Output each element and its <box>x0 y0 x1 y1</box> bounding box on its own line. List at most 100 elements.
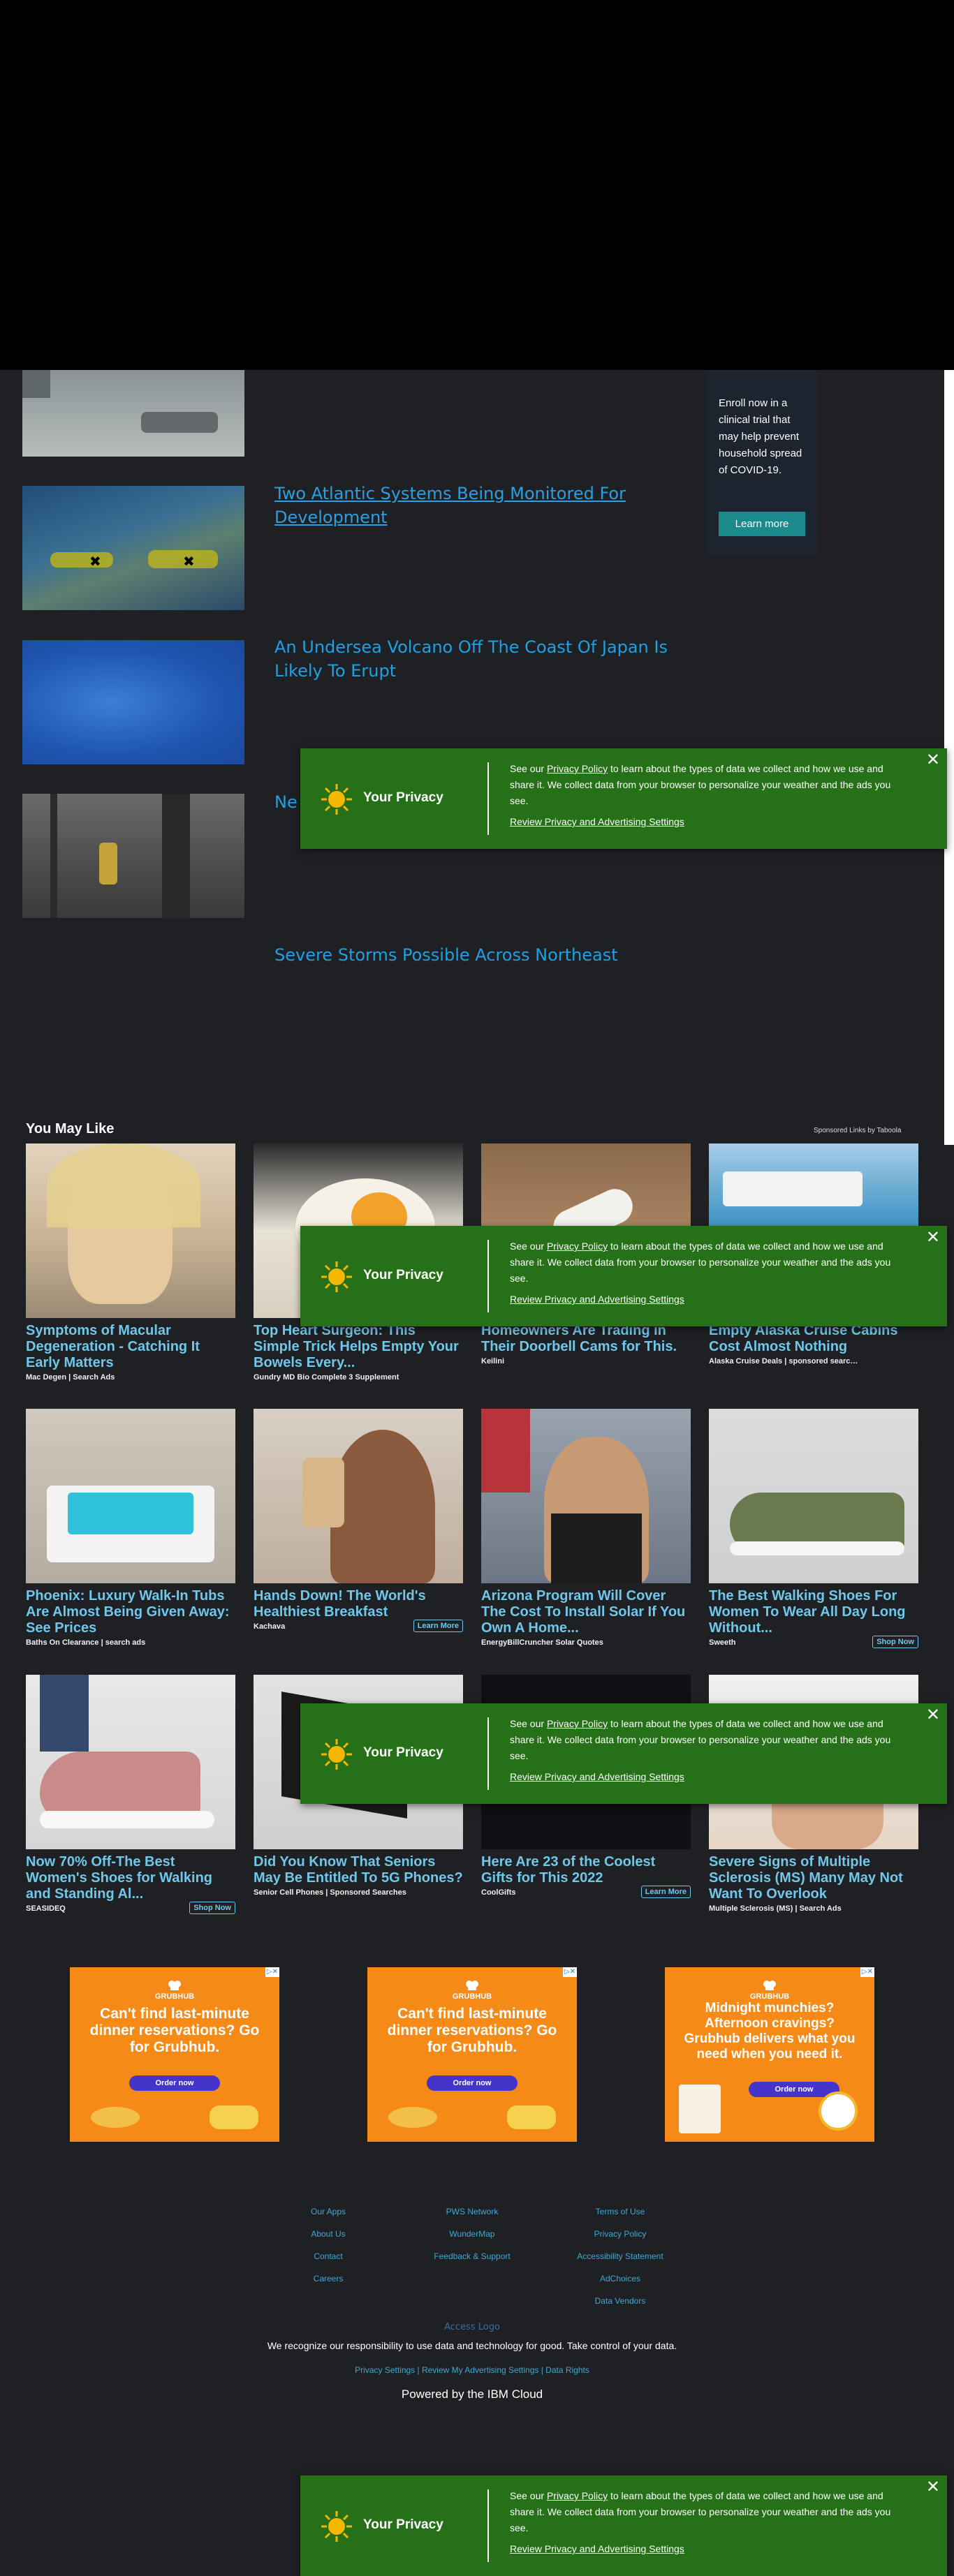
footer-link[interactable]: WunderMap <box>423 2223 521 2245</box>
footer-link[interactable]: About Us <box>293 2223 363 2245</box>
sidebar-ad[interactable]: Enroll now in a clinical trial that may … <box>707 370 817 556</box>
footer-link[interactable]: Our Apps <box>293 2200 363 2223</box>
article-thumb-atlantic[interactable]: ✖ ✖ <box>22 486 244 610</box>
food-icon <box>388 2107 437 2128</box>
footer-link[interactable]: Feedback & Support <box>423 2245 521 2267</box>
clock-icon <box>819 2092 858 2131</box>
privacy-policy-link[interactable]: Privacy Policy <box>547 1241 608 1252</box>
close-icon[interactable]: ✕ <box>926 2478 940 2495</box>
recommendation-card[interactable]: Arizona Program Will Cover The Cost To I… <box>481 1409 691 1647</box>
card-title[interactable]: Empty Alaska Cruise Cabins Cost Almost N… <box>709 1323 918 1355</box>
card-title[interactable]: Here Are 23 of the Coolest Gifts for Thi… <box>481 1854 691 1886</box>
card-title[interactable]: The Best Walking Shoes For Women To Wear… <box>709 1588 918 1636</box>
footer-link[interactable]: AdChoices <box>564 2267 676 2290</box>
sidebar-ad-text: Enroll now in a clinical trial that may … <box>719 397 802 476</box>
recommendation-card[interactable]: Phoenix: Luxury Walk-In Tubs Are Almost … <box>26 1409 235 1647</box>
food-icon <box>91 2107 140 2128</box>
article-link-atlantic[interactable]: Two Atlantic Systems Being Monitored For… <box>274 482 680 529</box>
footer-col-2: PWS Network WunderMap Feedback & Support <box>423 2200 521 2267</box>
review-privacy-link[interactable]: Review Privacy and Advertising Settings <box>510 816 684 827</box>
card-source: CoolGifts <box>481 1888 516 1897</box>
order-now-button[interactable]: Order now <box>129 2075 220 2091</box>
privacy-divider <box>487 762 489 835</box>
card-title[interactable]: Homeowners Are Trading in Their Doorbell… <box>481 1323 691 1355</box>
card-title[interactable]: Hands Down! The World's Healthiest Break… <box>254 1588 463 1620</box>
card-title[interactable]: Arizona Program Will Cover The Cost To I… <box>481 1588 691 1636</box>
privacy-divider <box>487 2489 489 2562</box>
adchoices-icon[interactable]: ▷✕ <box>265 1967 279 1977</box>
order-now-button[interactable]: Order now <box>427 2075 518 2091</box>
card-title[interactable]: Did You Know That Seniors May Be Entitle… <box>254 1854 463 1886</box>
adchoices-icon[interactable]: ▷✕ <box>562 1967 577 1977</box>
footer-link[interactable]: Terms of Use <box>564 2200 676 2223</box>
privacy-policy-link[interactable]: Privacy Policy <box>547 1718 608 1729</box>
card-source: Senior Cell Phones | Sponsored Searches <box>254 1888 406 1897</box>
card-cta-button[interactable]: Learn More <box>413 1620 463 1632</box>
recommendation-card[interactable]: Now 70% Off-The Best Women's Shoes for W… <box>26 1675 235 1914</box>
article-link-volcano[interactable]: An Undersea Volcano Off The Coast Of Jap… <box>274 635 680 683</box>
review-privacy-link[interactable]: Review Privacy and Advertising Settings <box>510 1294 684 1305</box>
card-source: EnergyBillCruncher Solar Quotes <box>481 1638 603 1647</box>
footer-link[interactable]: Accessibility Statement <box>564 2245 676 2267</box>
card-title[interactable]: Now 70% Off-The Best Women's Shoes for W… <box>26 1854 235 1902</box>
card-image <box>254 1409 463 1583</box>
chef-hat-icon <box>763 1981 776 1990</box>
you-may-like-heading: You May Like <box>26 1121 115 1137</box>
close-icon[interactable]: ✕ <box>926 751 940 768</box>
article-thumb-fire[interactable] <box>22 794 244 918</box>
privacy-banner: Your Privacy See our Privacy Policy to l… <box>300 748 947 849</box>
privacy-banner: Your Privacy See our Privacy Policy to l… <box>300 1703 947 1804</box>
sidebar-ad-learn-more-button[interactable]: Learn more <box>719 512 805 536</box>
close-icon[interactable]: ✕ <box>926 1229 940 1245</box>
card-image <box>709 1409 918 1583</box>
privacy-policy-link[interactable]: Privacy Policy <box>547 763 608 774</box>
chef-hat-icon <box>466 1981 478 1990</box>
privacy-links[interactable]: Privacy Settings | Review My Advertising… <box>0 2365 944 2375</box>
article-thumb-flood[interactable] <box>22 370 244 457</box>
article-link-storms[interactable]: Severe Storms Possible Across Northeast <box>274 943 680 967</box>
card-source: Baths On Clearance | search ads <box>26 1638 146 1647</box>
card-cta-button[interactable]: Shop Now <box>872 1636 918 1648</box>
sun-icon <box>321 784 352 815</box>
privacy-text: See our Privacy Policy to learn about th… <box>510 763 891 806</box>
sun-icon <box>321 1261 352 1292</box>
card-image <box>26 1143 235 1318</box>
privacy-policy-link[interactable]: Privacy Policy <box>547 2490 608 2501</box>
recommendation-card[interactable]: The Best Walking Shoes For Women To Wear… <box>709 1409 918 1648</box>
review-privacy-link[interactable]: Review Privacy and Advertising Settings <box>510 2543 684 2554</box>
grubhub-logo: GRUBHUB <box>70 1980 279 2001</box>
access-logo[interactable]: Access Logo <box>0 2322 944 2332</box>
card-image <box>26 1675 235 1849</box>
sun-icon <box>321 2511 352 2542</box>
sun-icon <box>321 1739 352 1770</box>
card-source: Kachava <box>254 1622 286 1631</box>
footer-link[interactable]: Privacy Policy <box>564 2223 676 2245</box>
article-thumb-volcano[interactable] <box>22 640 244 764</box>
sponsored-label[interactable]: Sponsored Links by Taboola <box>814 1127 901 1134</box>
card-title[interactable]: Symptoms of Macular Degeneration - Catch… <box>26 1323 235 1371</box>
card-title[interactable]: Top Heart Surgeon: This Simple Trick Hel… <box>254 1323 463 1371</box>
card-title[interactable]: Phoenix: Luxury Walk-In Tubs Are Almost … <box>26 1588 235 1636</box>
footer-link[interactable]: Contact <box>293 2245 363 2267</box>
card-cta-button[interactable]: Learn More <box>640 1886 691 1898</box>
grubhub-ad[interactable]: ▷✕ GRUBHUB Can't find last-minute dinner… <box>367 1967 577 2142</box>
card-cta-button[interactable]: Shop Now <box>189 1902 235 1914</box>
footer-link[interactable]: Careers <box>293 2267 363 2290</box>
footer-link[interactable]: PWS Network <box>423 2200 521 2223</box>
recommendation-card[interactable]: Hands Down! The World's Healthiest Break… <box>254 1409 463 1632</box>
privacy-title: Your Privacy <box>363 790 443 805</box>
privacy-text: See our Privacy Policy to learn about th… <box>510 1241 891 1284</box>
privacy-banner: Your Privacy See our Privacy Policy to l… <box>300 2475 947 2576</box>
card-source: SEASIDEQ <box>26 1904 66 1913</box>
recommendation-card[interactable]: Symptoms of Macular Degeneration - Catch… <box>26 1143 235 1382</box>
footer-link[interactable]: Data Vendors <box>564 2290 676 2312</box>
close-icon[interactable]: ✕ <box>926 1706 940 1723</box>
privacy-divider <box>487 1240 489 1312</box>
grubhub-ad[interactable]: ▷✕ GRUBHUB Can't find last-minute dinner… <box>70 1967 279 2142</box>
grubhub-ad[interactable]: ▷✕ GRUBHUB Midnight munchies? Afternoon … <box>665 1967 874 2142</box>
review-privacy-link[interactable]: Review Privacy and Advertising Settings <box>510 1771 684 1782</box>
card-image <box>26 1409 235 1583</box>
card-title[interactable]: Severe Signs of Multiple Sclerosis (MS) … <box>709 1854 918 1902</box>
adchoices-icon[interactable]: ▷✕ <box>860 1967 874 1977</box>
top-black-region <box>0 0 954 370</box>
